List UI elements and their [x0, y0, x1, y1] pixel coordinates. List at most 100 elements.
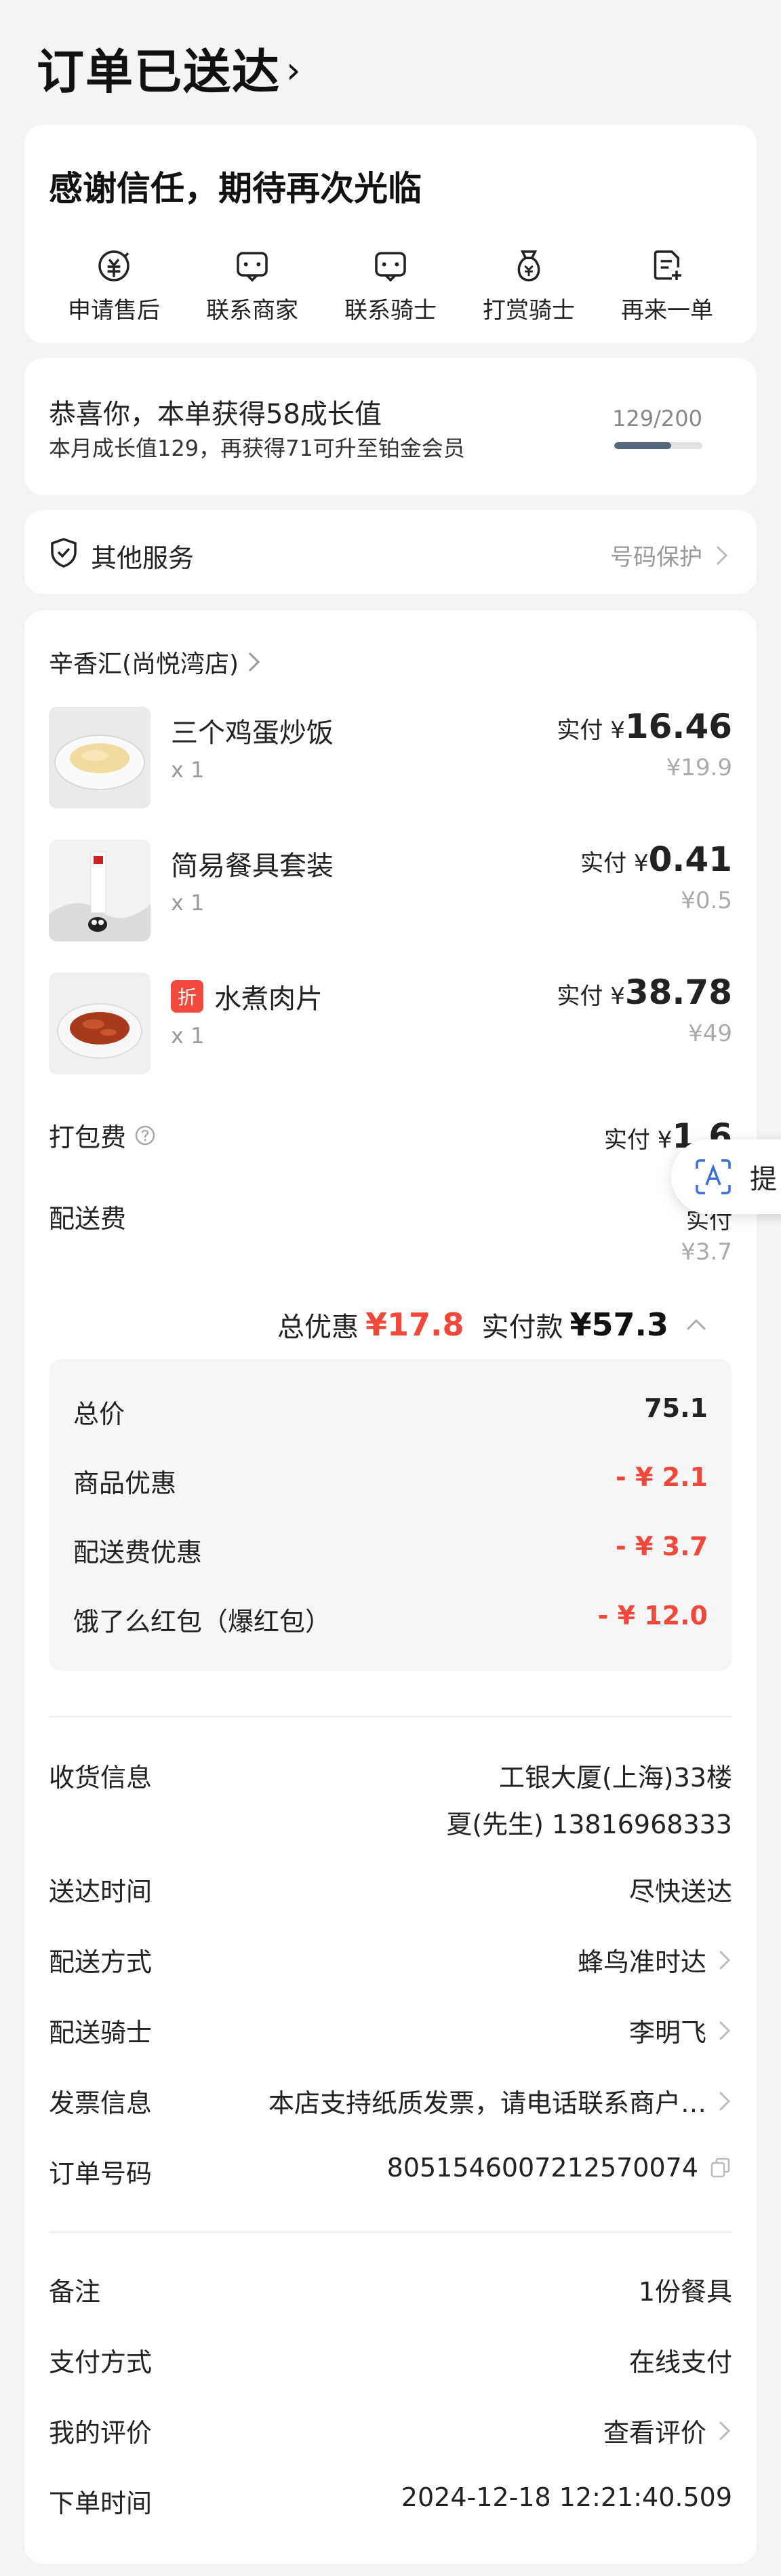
order-time-row: 下单时间 2024-12-18 12:21:40.509 [49, 2482, 732, 2520]
fried-rice-image [49, 707, 151, 808]
chevron-right-icon [719, 2421, 731, 2440]
store-name: 辛香汇(尚悦湾店) [49, 650, 239, 678]
receiver-contact: 夏(先生) 13816968333 [446, 1810, 732, 1839]
item-paid: 实付 ¥38.78 [557, 973, 732, 1012]
total-discount-label: 总优惠 [277, 1312, 359, 1343]
paid-label: 实付 ¥ [603, 1127, 673, 1154]
breakdown-value: 75.1 [644, 1393, 708, 1423]
packing-fee-row: 打包费 实付 ¥1.6 [49, 1116, 732, 1156]
paid-amount: 38.78 [624, 973, 732, 1012]
item-original-price: ¥19.9 [666, 754, 732, 781]
contact-merchant-label: 联系商家 [206, 297, 298, 324]
tip-rider-label: 打赏骑士 [483, 297, 575, 324]
order-item[interactable]: 三个鸡蛋炒饭 x 1 实付 ¥16.46 ¥19.9 [49, 707, 732, 815]
chat-icon [237, 252, 268, 282]
growth-card[interactable]: 恭喜你，本单获得58成长值 本月成长值129，再获得71可升至铂金会员 129/… [24, 358, 757, 495]
chevron-right-icon [719, 2091, 731, 2111]
breakdown-label: 总价 [73, 1399, 125, 1429]
after-sale-button[interactable]: 申请售后 [49, 247, 178, 325]
item-name: 三个鸡蛋炒饭 [171, 718, 334, 749]
breakdown-row: 商品优惠 - ¥ 2.1 [73, 1462, 708, 1500]
item-paid: 实付 ¥16.46 [557, 707, 732, 746]
thanks-card: 感谢信任，期待再次光临 申请售后 联系商家 联系骑士 打赏骑士 再来一单 [24, 125, 757, 343]
breakdown-label: 配送费优惠 [73, 1538, 203, 1567]
arrive-time-row: 送达时间 尽快送达 [49, 1871, 732, 1908]
total-discount: ¥17.8 [365, 1306, 464, 1343]
reorder-button[interactable]: 再来一单 [603, 247, 732, 325]
arrive-time-label: 送达时间 [49, 1877, 153, 1907]
growth-detail: 本月成长值129，再获得71可升至铂金会员 [49, 435, 465, 461]
payment-label: 支付方式 [49, 2347, 153, 2377]
item-name: 水煮肉片 [214, 983, 323, 1015]
thanks-headline: 感谢信任，期待再次光临 [49, 169, 422, 208]
number-protection-link[interactable]: 号码保护 [610, 539, 729, 572]
page-title-row[interactable]: 订单已送达 › [37, 34, 301, 102]
item-name-row: 折 水煮肉片 [171, 977, 323, 1016]
receiver-address: 工银大厦(上海)33楼 [498, 1763, 732, 1793]
paid-label: 实付 ¥ [557, 717, 625, 744]
tip-rider-button[interactable]: 打赏骑士 [464, 247, 593, 325]
divider [49, 1716, 732, 1717]
copy-icon[interactable] [709, 2156, 732, 2179]
after-sale-icon [98, 250, 129, 281]
rider-row[interactable]: 配送骑士 李明飞 [49, 2012, 732, 2049]
shield-check-icon [51, 538, 77, 568]
chevron-right-icon [719, 1950, 731, 1970]
breakdown-label: 商品优惠 [73, 1468, 177, 1498]
store-link[interactable]: 辛香汇(尚悦湾店) [49, 644, 262, 680]
receiver-label: 收货信息 [49, 1763, 153, 1793]
other-services-card[interactable]: 其他服务 号码保护 [24, 510, 757, 594]
order-card: 辛香汇(尚悦湾店) 三个鸡蛋炒饭 x 1 实付 ¥16.46 ¥19.9 简易餐… [24, 610, 757, 2564]
reorder-label: 再来一单 [621, 297, 713, 324]
reorder-icon [654, 250, 681, 280]
help-icon[interactable] [134, 1125, 156, 1146]
order-totals[interactable]: 总优惠 ¥17.8 实付款 ¥57.3 [277, 1305, 708, 1344]
item-qty: x 1 [171, 1023, 205, 1049]
divider [49, 2231, 732, 2233]
total-paid-label: 实付款 [481, 1312, 563, 1343]
contact-merchant-button[interactable]: 联系商家 [188, 247, 317, 325]
delivery-fee-label: 配送费 [49, 1204, 127, 1234]
order-number-value: 8051546007212570074 [386, 2153, 698, 2183]
chevron-right-icon: › [286, 49, 301, 92]
order-number-row: 订单号码 8051546007212570074 [49, 2153, 732, 2190]
order-time-label: 下单时间 [49, 2489, 153, 2518]
total-paid: ¥57.3 [569, 1306, 668, 1343]
delivery-method-label: 配送方式 [49, 1947, 153, 1977]
rider-value: 李明飞 [628, 2018, 706, 2048]
action-bar: 申请售后 联系商家 联系骑士 打赏骑士 再来一单 [24, 247, 757, 325]
review-row[interactable]: 我的评价 查看评价 [49, 2412, 732, 2449]
breakdown-row: 总价 75.1 [73, 1393, 708, 1430]
tableware-image [49, 840, 151, 941]
invoice-value: 本店支持纸质发票，请电话联系商户… [268, 2088, 706, 2118]
text-scan-icon [696, 1159, 731, 1194]
floating-extract-button[interactable]: 提 [671, 1139, 781, 1214]
page-title: 订单已送达 [37, 44, 281, 100]
contact-rider-button[interactable]: 联系骑士 [326, 247, 455, 325]
breakdown-value: - ¥ 3.7 [616, 1531, 708, 1561]
boiled-pork-image [49, 973, 151, 1074]
chevron-right-icon [719, 2021, 731, 2040]
note-row: 备注 1份餐具 [49, 2271, 732, 2308]
payment-value: 在线支付 [628, 2347, 732, 2377]
breakdown-value: - ¥ 2.1 [616, 1462, 708, 1492]
note-label: 备注 [49, 2277, 101, 2307]
chat-icon [375, 252, 406, 282]
growth-progress-bar [614, 442, 702, 449]
delivery-fee-original: ¥3.7 [681, 1238, 732, 1266]
after-sale-label: 申请售后 [68, 297, 160, 324]
chevron-right-icon [249, 652, 260, 672]
growth-progress-fill [614, 442, 671, 449]
order-item[interactable]: 折 水煮肉片 x 1 实付 ¥38.78 ¥49 [49, 973, 732, 1081]
invoice-label: 发票信息 [49, 2088, 153, 2118]
invoice-row[interactable]: 发票信息 本店支持纸质发票，请电话联系商户… [49, 2082, 732, 2120]
contact-rider-label: 联系骑士 [344, 297, 437, 324]
delivery-method-row[interactable]: 配送方式 蜂鸟准时达 [49, 1941, 732, 1978]
item-paid: 实付 ¥0.41 [580, 840, 732, 879]
order-item[interactable]: 简易餐具套装 x 1 实付 ¥0.41 ¥0.5 [49, 840, 732, 948]
item-original-price: ¥0.5 [681, 887, 732, 914]
paid-amount: 0.41 [648, 840, 732, 879]
number-protection-label: 号码保护 [610, 544, 702, 571]
note-value: 1份餐具 [638, 2277, 732, 2307]
review-value: 查看评价 [603, 2418, 706, 2448]
